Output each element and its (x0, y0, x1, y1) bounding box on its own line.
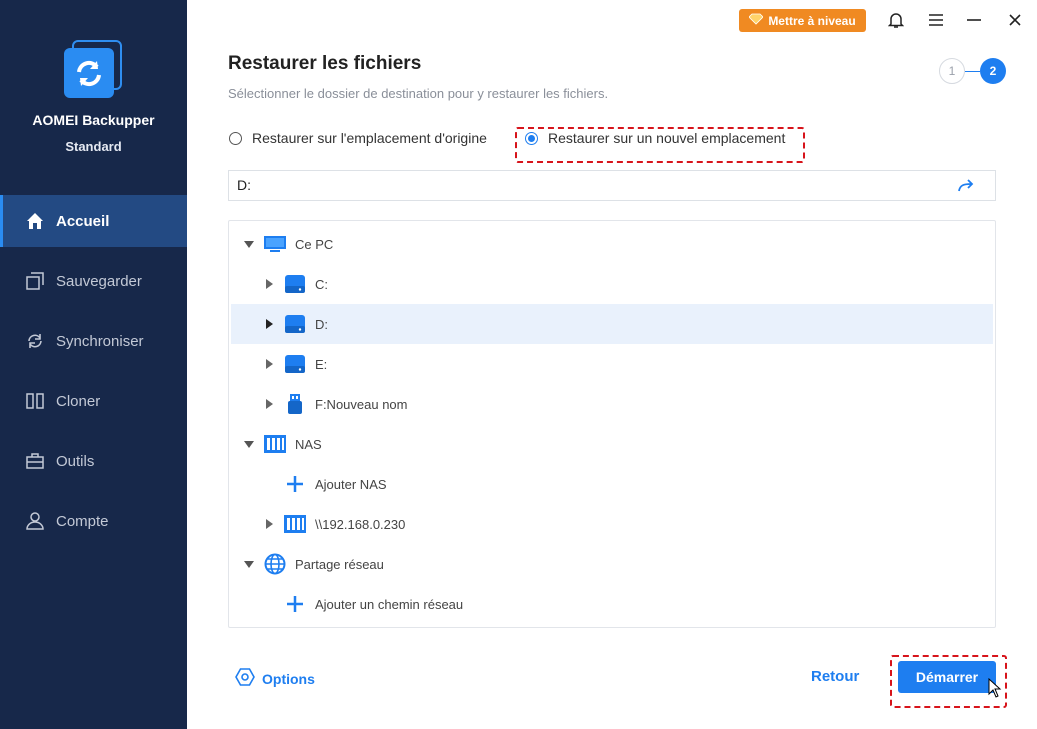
caret-right-icon[interactable] (263, 518, 275, 530)
radio-original[interactable] (229, 131, 242, 145)
sidebar: AOMEI Backupper Standard Accueil Sauvega… (0, 0, 187, 729)
options-label: Options (262, 670, 315, 687)
app-logo (64, 40, 124, 100)
plus-icon (283, 593, 307, 615)
minimize-icon[interactable] (964, 10, 984, 30)
nas-icon (283, 513, 307, 535)
bell-icon[interactable] (886, 10, 906, 30)
sidebar-item-label: Accueil (56, 212, 110, 230)
home-icon (24, 210, 46, 232)
close-icon[interactable] (1005, 10, 1025, 30)
caret-down-icon[interactable] (243, 558, 255, 570)
plus-icon (283, 473, 307, 495)
sidebar-item-synchroniser[interactable]: Synchroniser (0, 315, 187, 367)
sidebar-item-cloner[interactable]: Cloner (0, 375, 187, 427)
caret-right-icon[interactable] (263, 398, 275, 410)
drive-icon (283, 353, 307, 375)
tree-node-label: Ajouter NAS (315, 476, 387, 492)
caret-down-icon[interactable] (243, 238, 255, 250)
go-arrow-icon[interactable] (957, 178, 975, 194)
start-button[interactable]: Démarrer (898, 661, 996, 693)
page-subtitle: Sélectionner le dossier de destination p… (228, 86, 609, 101)
restore-new-label: Restaurer sur un nouvel emplacement (548, 130, 786, 146)
sidebar-item-sauvegarder[interactable]: Sauvegarder (0, 255, 187, 307)
tree-node-label: C: (315, 276, 328, 292)
add-nas-item[interactable]: Ajouter NAS (231, 464, 993, 504)
caret-right-icon[interactable] (263, 358, 275, 370)
tree-node-label: Partage réseau (295, 556, 384, 572)
upgrade-button[interactable]: Mettre à niveau (739, 9, 866, 32)
step-connector (965, 71, 980, 72)
clone-icon (24, 390, 46, 412)
tree-node-label: \\192.168.0.230 (315, 516, 406, 532)
add-network-path-item[interactable]: Ajouter un chemin réseau (231, 584, 993, 624)
tree-node-label: F:Nouveau nom (315, 396, 408, 412)
globe-icon (263, 553, 287, 575)
restore-original-label: Restaurer sur l'emplacement d'origine (252, 130, 487, 146)
tools-icon (24, 450, 46, 472)
user-icon (24, 510, 46, 532)
tree-node-label: E: (315, 356, 328, 372)
sidebar-item-label: Cloner (56, 392, 101, 410)
tree-node-label: Ce PC (295, 236, 334, 252)
caret-down-icon[interactable] (243, 438, 255, 450)
tree-node-label: D: (315, 316, 328, 332)
options-button[interactable]: Options (235, 667, 315, 690)
radio-new-location[interactable] (525, 131, 538, 145)
destination-path-field[interactable] (228, 170, 996, 201)
sidebar-item-accueil[interactable]: Accueil (0, 195, 187, 247)
computer-icon (263, 233, 287, 255)
tree-node-drive-d[interactable]: D: (231, 304, 993, 344)
tree-node-label: NAS (295, 436, 322, 452)
hexagon-gear-icon (235, 667, 255, 690)
sidebar-item-label: Sauvegarder (56, 272, 142, 290)
app-name: AOMEI Backupper (32, 112, 155, 128)
restore-original-option[interactable]: Restaurer sur l'emplacement d'origine (229, 130, 487, 146)
diamond-icon (748, 13, 764, 28)
sync-icon (24, 330, 46, 352)
step-2-indicator: 2 (980, 58, 1006, 84)
caret-right-icon[interactable] (263, 318, 275, 330)
tree-node-nas[interactable]: NAS (231, 424, 993, 464)
usb-drive-icon (283, 393, 307, 415)
backup-icon (24, 270, 46, 292)
sidebar-item-label: Compte (56, 512, 109, 530)
tree-node-drive-f[interactable]: F:Nouveau nom (231, 384, 993, 424)
menu-icon[interactable] (926, 10, 946, 30)
tree-node-drive-c[interactable]: C: (231, 264, 993, 304)
tree-node-network-share[interactable]: Partage réseau (231, 544, 993, 584)
back-button[interactable]: Retour (811, 668, 859, 685)
tree-node-label: Ajouter un chemin réseau (315, 596, 464, 612)
drive-icon (283, 313, 307, 335)
nas-icon (263, 433, 287, 455)
step-1-indicator: 1 (939, 58, 965, 84)
sidebar-item-compte[interactable]: Compte (0, 495, 187, 547)
tree-node-ce-pc[interactable]: Ce PC (231, 224, 993, 264)
caret-right-icon[interactable] (263, 278, 275, 290)
sync-logo-icon (77, 60, 101, 87)
destination-tree: Ce PC C: D: E: F:Nouveau nom NAS Ajouter… (228, 220, 996, 628)
sidebar-item-label: Synchroniser (56, 332, 144, 350)
page-title: Restaurer les fichiers (228, 53, 422, 74)
restore-new-option[interactable]: Restaurer sur un nouvel emplacement (525, 130, 785, 146)
tree-node-nas-address[interactable]: \\192.168.0.230 (231, 504, 993, 544)
mouse-cursor-icon (988, 677, 1002, 703)
sidebar-item-label: Outils (56, 452, 95, 470)
destination-path-input[interactable] (237, 177, 937, 193)
tree-node-drive-e[interactable]: E: (231, 344, 993, 384)
app-edition: Standard (65, 139, 122, 154)
upgrade-label: Mettre à niveau (768, 13, 856, 28)
drive-icon (283, 273, 307, 295)
sidebar-item-outils[interactable]: Outils (0, 435, 187, 487)
